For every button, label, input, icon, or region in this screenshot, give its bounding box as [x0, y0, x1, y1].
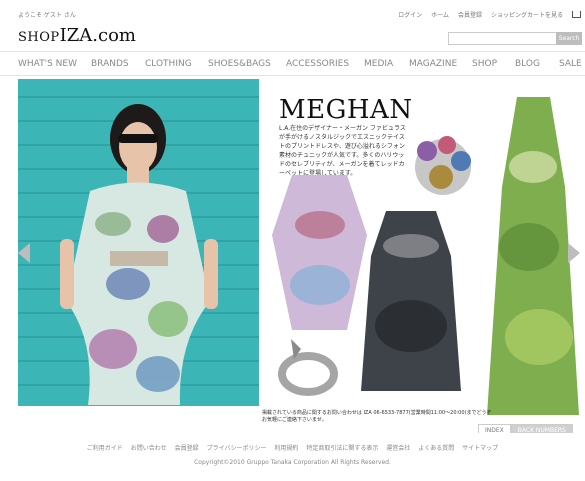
- tab-index[interactable]: INDEX: [478, 424, 511, 433]
- footer-link-terms[interactable]: 利用規約: [274, 445, 298, 452]
- welcome-text: ようこそ ゲスト さん: [18, 12, 76, 19]
- footer-link-guide[interactable]: ご利用ガイド: [87, 445, 123, 452]
- nav-item-accessories[interactable]: ACCESSORIES: [286, 59, 349, 69]
- site-logo[interactable]: SHOPIZA.com: [18, 27, 136, 45]
- footer-link-privacy[interactable]: プライバシーポリシー: [207, 445, 267, 452]
- dress-image-maxi: [487, 97, 579, 415]
- nav-item-brands[interactable]: BRANDS: [91, 59, 129, 69]
- footer-link-contact[interactable]: お問い合わせ: [131, 445, 167, 452]
- nav-item-shop[interactable]: SHOP: [472, 59, 497, 69]
- bracelet-image: [278, 339, 338, 396]
- copyright-text: Copyright©2010 Gruppo Tanaka Corporation…: [194, 459, 391, 466]
- utility-links: ログイン ホーム 会員登録 ショッピングカートを見る: [398, 10, 581, 19]
- nav-item-whats-new[interactable]: WHAT'S NEW: [18, 59, 77, 69]
- footer-link-legal[interactable]: 特定商取引法に関する表示: [306, 445, 378, 452]
- cart-icon[interactable]: [572, 11, 581, 18]
- search-input[interactable]: [448, 32, 558, 45]
- nav-item-media[interactable]: MEDIA: [364, 59, 393, 69]
- nav-item-shoes-bags[interactable]: SHOES&BAGS: [208, 59, 271, 69]
- previous-arrow-icon[interactable]: [18, 243, 30, 263]
- inquiry-note: 掲載されている商品に関するお問い合わせは IZA 06-6533-7877(営業…: [262, 410, 492, 423]
- tab-group: INDEX BACK NUMBERS: [478, 424, 573, 433]
- feature-slide: MEGHAN L.A.在住のデザイナー・メーガン ファビュラスが手がけるノスタル…: [17, 79, 580, 433]
- footer-links: ご利用ガイド お問い合わせ 会員登録 プライバシーポリシー 利用規約 特定商取引…: [0, 443, 585, 452]
- dress-image-kaftan: [272, 175, 367, 330]
- nav-item-clothing[interactable]: CLOTHING: [145, 59, 192, 69]
- footer-link-faq[interactable]: よくある質問: [418, 445, 454, 452]
- main-nav: WHAT'S NEW BRANDS CLOTHING SHOES&BAGS AC…: [0, 51, 585, 76]
- model-photo: [18, 79, 259, 406]
- search-button[interactable]: Search: [556, 32, 582, 45]
- footer-link-register[interactable]: 会員登録: [175, 445, 199, 452]
- ring-image: [415, 136, 471, 195]
- logo-main: IZA.com: [59, 25, 136, 46]
- feature-description: L.A.在住のデザイナー・メーガン ファビュラスが手がけるノスタルジックでエスニ…: [279, 125, 406, 177]
- nav-item-blog[interactable]: BLOG: [515, 59, 540, 69]
- logo-prefix: SHOP: [18, 30, 60, 45]
- feature-headline: MEGHAN: [279, 95, 413, 125]
- next-arrow-icon[interactable]: [568, 243, 580, 263]
- top-strip: ようこそ ゲスト さん ログイン ホーム 会員登録 ショッピングカートを見る: [0, 0, 585, 24]
- view-cart-link[interactable]: ショッピングカートを見る: [491, 10, 563, 19]
- nav-item-magazine[interactable]: MAGAZINE: [409, 59, 457, 69]
- tab-back-numbers[interactable]: BACK NUMBERS: [510, 424, 573, 433]
- dress-image-dark: [361, 211, 461, 391]
- home-link[interactable]: ホーム: [431, 10, 449, 19]
- footer-link-sitemap[interactable]: サイトマップ: [462, 445, 498, 452]
- register-link[interactable]: 会員登録: [458, 10, 482, 19]
- footer-link-company[interactable]: 運営会社: [386, 445, 410, 452]
- login-link[interactable]: ログイン: [398, 10, 422, 19]
- nav-item-sale[interactable]: SALE: [559, 59, 582, 69]
